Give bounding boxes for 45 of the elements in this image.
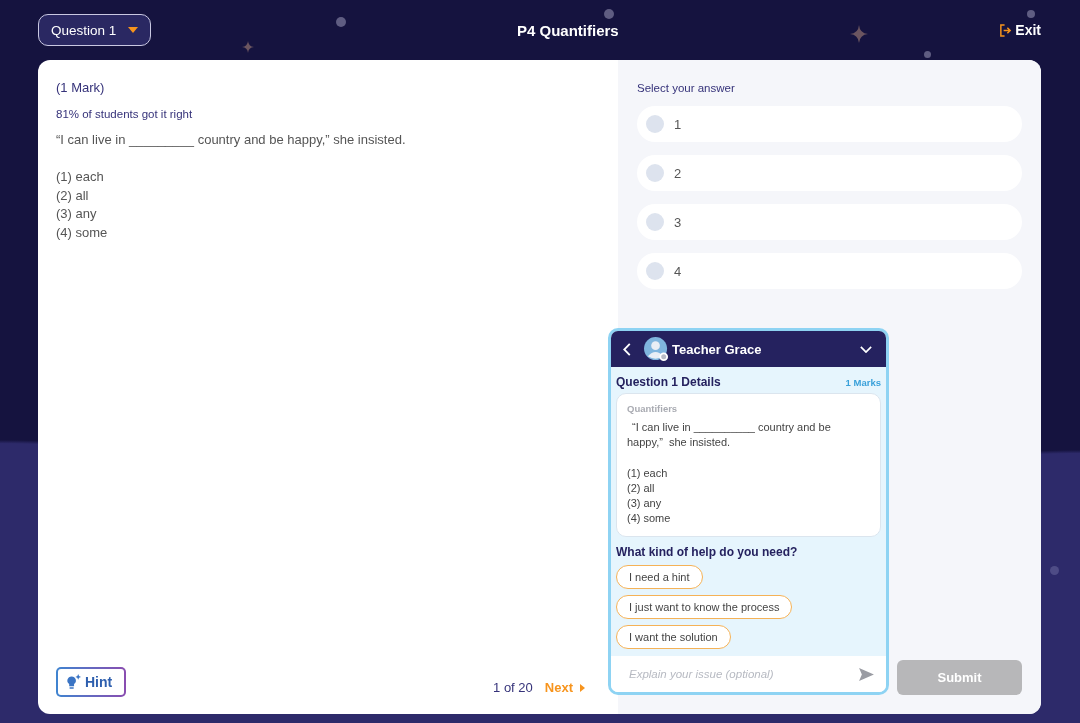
avatar-icon: [644, 336, 669, 362]
help-option-button[interactable]: I want the solution: [616, 625, 731, 649]
page-counter: 1 of 20: [493, 680, 533, 695]
marks-label: 1 Marks: [845, 376, 881, 388]
success-rate: 81% of students got it right: [56, 107, 194, 122]
help-question: What kind of help do you need?: [616, 544, 799, 560]
dot-icon: [604, 9, 614, 19]
option-text: (3) any: [56, 205, 98, 224]
help-option-button[interactable]: I need a hint: [616, 565, 703, 589]
option-text: (3) any: [627, 496, 663, 512]
hint-button[interactable]: Hint: [56, 667, 126, 697]
answer-option[interactable]: 4: [637, 253, 1022, 289]
sparkle-icon: [850, 25, 868, 43]
marks-label: (1 Mark): [56, 80, 106, 96]
option-text: (4) some: [627, 511, 672, 527]
answer-option[interactable]: 3: [637, 204, 1022, 240]
exit-button[interactable]: Exit: [999, 22, 1041, 38]
answer-option[interactable]: 2: [637, 155, 1022, 191]
dot-icon: [1027, 10, 1035, 18]
question-dropdown[interactable]: Question 1: [38, 14, 152, 46]
chevron-down-icon[interactable]: [860, 345, 872, 353]
question-text: “I can live in __________ country and be happy,” she insisted.: [627, 420, 832, 451]
option-text: (4) some: [56, 223, 109, 242]
option-text: (2) all: [627, 480, 656, 496]
caret-right-icon: [580, 683, 585, 692]
dot-icon: [924, 51, 931, 58]
option-text: (1) each: [56, 168, 105, 186]
option-text: (1) each: [627, 465, 669, 481]
send-icon[interactable]: [859, 668, 874, 681]
help-option-button[interactable]: I just want to know the process: [616, 595, 793, 619]
question-text: “I can live in _________ country and be happy,” she insisted.: [56, 131, 407, 149]
sparkle-icon: [242, 41, 254, 53]
answer-heading: Select your answer: [637, 81, 736, 96]
caret-down-icon: [128, 27, 139, 33]
back-icon[interactable]: [623, 342, 631, 356]
dot-icon: [1050, 566, 1059, 575]
answer-option[interactable]: 1: [637, 106, 1022, 142]
exit-icon: [999, 23, 1013, 37]
teacher-name: Teacher Grace: [672, 341, 762, 357]
topic-label: Quantifiers: [627, 402, 679, 416]
details-title: Question 1 Details: [616, 375, 721, 389]
option-text: (2) all: [56, 186, 90, 205]
page-title: P4 Quantifiers: [517, 21, 619, 39]
lightbulb-icon: [66, 673, 81, 691]
dot-icon: [336, 17, 346, 27]
